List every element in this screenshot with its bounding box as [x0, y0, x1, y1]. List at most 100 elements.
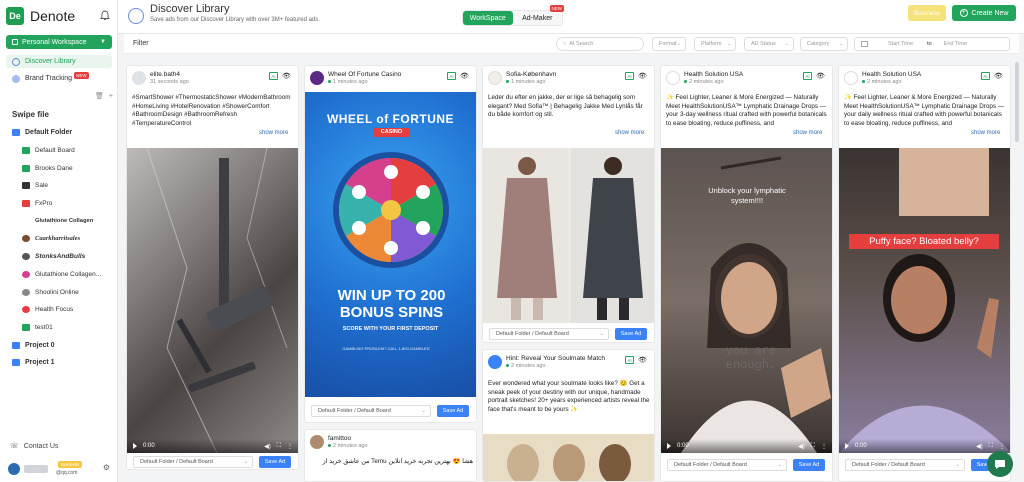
category-select[interactable]: Category ⌄: [800, 37, 848, 51]
board-select[interactable]: Default Folder / Default Board ⌄: [667, 459, 787, 471]
board-item[interactable]: Default Board: [12, 142, 116, 160]
ad-card[interactable]: elite.bath4 31 seconds ago AI 👁 #SmartSh…: [126, 65, 299, 470]
board-select[interactable]: Default Folder / Default Board ⌄: [133, 456, 253, 468]
fullscreen-icon[interactable]: ⛶: [811, 443, 815, 450]
play-icon[interactable]: [667, 443, 671, 449]
board-label: Caarkharritsales: [35, 235, 81, 243]
nav-brand-tracking[interactable]: Brand Tracking NEW: [6, 72, 112, 85]
board-select[interactable]: Default Folder / Default Board ⌄: [311, 405, 431, 417]
nav-discover-library[interactable]: Discover Library: [6, 55, 112, 68]
board-icon: [22, 323, 30, 331]
save-ad-button[interactable]: Save Ad: [615, 328, 647, 340]
board-item[interactable]: Glutathione Collagen...: [12, 266, 116, 284]
ad-card[interactable]: Hint: Reveal Your Soulmate Match 2 minut…: [482, 349, 655, 482]
eye-icon[interactable]: 👁: [638, 356, 647, 364]
logo[interactable]: De Denote: [6, 6, 112, 26]
play-icon[interactable]: [845, 443, 849, 449]
ai-icon[interactable]: AI: [447, 72, 456, 80]
chat-support-button[interactable]: [987, 451, 1013, 477]
ad-image[interactable]: [483, 148, 654, 323]
advertiser-avatar: [488, 71, 502, 85]
time-label: 2 minutes ago: [333, 443, 368, 449]
more-icon[interactable]: ⋮: [999, 443, 1005, 450]
bell-icon[interactable]: [100, 10, 110, 21]
tab-workspace[interactable]: WorkSpace: [463, 11, 513, 25]
eye-icon[interactable]: 👁: [460, 72, 469, 80]
video-time: 0:00: [143, 443, 155, 449]
platform-select[interactable]: Platform ⌄: [694, 37, 736, 51]
ad-card[interactable]: Wheel Of Fortune Casino 1 minutes ago AI…: [304, 65, 477, 423]
ai-icon[interactable]: AI: [625, 356, 634, 364]
ai-icon[interactable]: AI: [981, 72, 990, 80]
play-icon[interactable]: [133, 443, 137, 449]
board-icon: [22, 217, 30, 225]
add-icon[interactable]: +: [109, 93, 113, 100]
workspace-selector[interactable]: Personal Workspace ▼: [6, 35, 112, 49]
video-controls[interactable]: 0:00 ◀) ⛶ ⋮: [661, 439, 832, 453]
eye-icon[interactable]: 👁: [816, 72, 825, 80]
advertiser-name: elite.bath4: [150, 71, 180, 78]
create-new-button[interactable]: + Create New: [952, 5, 1016, 21]
eye-icon[interactable]: 👁: [282, 72, 291, 80]
folder-project-0[interactable]: Project 0: [12, 336, 116, 354]
ad-video[interactable]: Unblock your lymphatic system!!!! you ar…: [661, 148, 832, 453]
folder-default[interactable]: Default Folder: [12, 124, 116, 142]
show-more-link[interactable]: show more: [971, 130, 1000, 136]
board-item[interactable]: test01: [12, 319, 116, 337]
board-item[interactable]: Sale: [12, 177, 116, 195]
post-time: 1 minutes ago: [328, 79, 368, 85]
user-profile[interactable]: Business @qq.com ⚙: [8, 460, 112, 478]
ad-card[interactable]: famittoo 2 minutes ago هشا 😍 بهترین تجرب…: [304, 429, 477, 482]
trash-icon[interactable]: 🗑: [95, 93, 104, 100]
board-item[interactable]: FxPro: [12, 195, 116, 213]
logo-mark: De: [6, 7, 24, 25]
board-select[interactable]: Default Folder / Default Board ⌄: [489, 328, 609, 340]
board-select[interactable]: Default Folder / Default Board ⌄: [845, 459, 965, 471]
contact-us[interactable]: ☏ Contact Us: [10, 442, 58, 451]
board-item[interactable]: StonksAndBulls: [12, 248, 116, 266]
ad-image[interactable]: WHEEL of FORTUNE CASINO WIN UP TO 200 BO…: [305, 92, 476, 397]
advertiser-name: famittoo: [328, 435, 352, 442]
ad-card[interactable]: Sofia-København 1 minutes ago AI 👁 Leder…: [482, 65, 655, 343]
ad-status-select[interactable]: AD Status ⌄: [744, 37, 794, 51]
video-controls[interactable]: 0:00 ◀) ⛶ ⋮: [839, 439, 1010, 453]
board-item[interactable]: Glutathione Collagen: [12, 212, 116, 230]
ad-card[interactable]: Health Solution USA 2 minutes ago AI 👁 ✨…: [838, 65, 1011, 482]
folder-project-1[interactable]: Project 1: [12, 354, 116, 372]
save-ad-button[interactable]: Save Ad: [793, 459, 825, 471]
format-select[interactable]: Format ⌄: [652, 37, 686, 51]
ad-video[interactable]: 0:00 ◀) ⛶ ⋮: [127, 148, 298, 453]
ai-icon[interactable]: AI: [625, 72, 634, 80]
show-more-link[interactable]: show more: [615, 130, 644, 136]
eye-icon[interactable]: 👁: [994, 72, 1003, 80]
ai-icon[interactable]: AI: [803, 72, 812, 80]
ad-image[interactable]: [483, 434, 654, 481]
eye-icon[interactable]: 👁: [638, 72, 647, 80]
volume-icon[interactable]: ◀): [976, 443, 983, 450]
business-button[interactable]: Business: [908, 5, 946, 21]
video-controls[interactable]: 0:00 ◀) ⛶ ⋮: [127, 439, 298, 453]
ai-icon[interactable]: AI: [269, 72, 278, 80]
ai-search-input[interactable]: ○ AI Search: [556, 37, 644, 51]
fullscreen-icon[interactable]: ⛶: [989, 443, 993, 450]
ad-card[interactable]: Health Solution USA 2 minutes ago AI 👁 ✨…: [660, 65, 833, 482]
fullscreen-icon[interactable]: ⛶: [277, 443, 281, 450]
board-item[interactable]: Caarkharritsales: [12, 230, 116, 248]
board-item[interactable]: Brooks Dane: [12, 159, 116, 177]
video-overlay-text: Unblock your lymphatic system!!!!: [708, 186, 786, 205]
more-icon[interactable]: ⋮: [287, 443, 293, 450]
save-ad-button[interactable]: Save Ad: [259, 456, 291, 468]
ad-video[interactable]: Puffy face? Bloated belly? 0:00 ◀) ⛶ ⋮: [839, 148, 1010, 453]
date-range-picker[interactable]: Start Time to End Time: [854, 37, 1010, 51]
volume-icon[interactable]: ◀): [264, 443, 271, 450]
tab-ad-maker[interactable]: Ad-Maker NEW: [513, 5, 564, 25]
show-more-link[interactable]: show more: [793, 130, 822, 136]
show-more-link[interactable]: show more: [259, 130, 288, 136]
volume-icon[interactable]: ◀): [798, 443, 805, 450]
save-ad-button[interactable]: Save Ad: [437, 405, 469, 417]
more-icon[interactable]: ⋮: [821, 443, 827, 450]
board-item[interactable]: Shoolini Online: [12, 283, 116, 301]
board-item[interactable]: Health Focus: [12, 301, 116, 319]
scrollbar-thumb[interactable]: [1015, 62, 1019, 142]
gear-icon[interactable]: ⚙: [103, 463, 110, 472]
